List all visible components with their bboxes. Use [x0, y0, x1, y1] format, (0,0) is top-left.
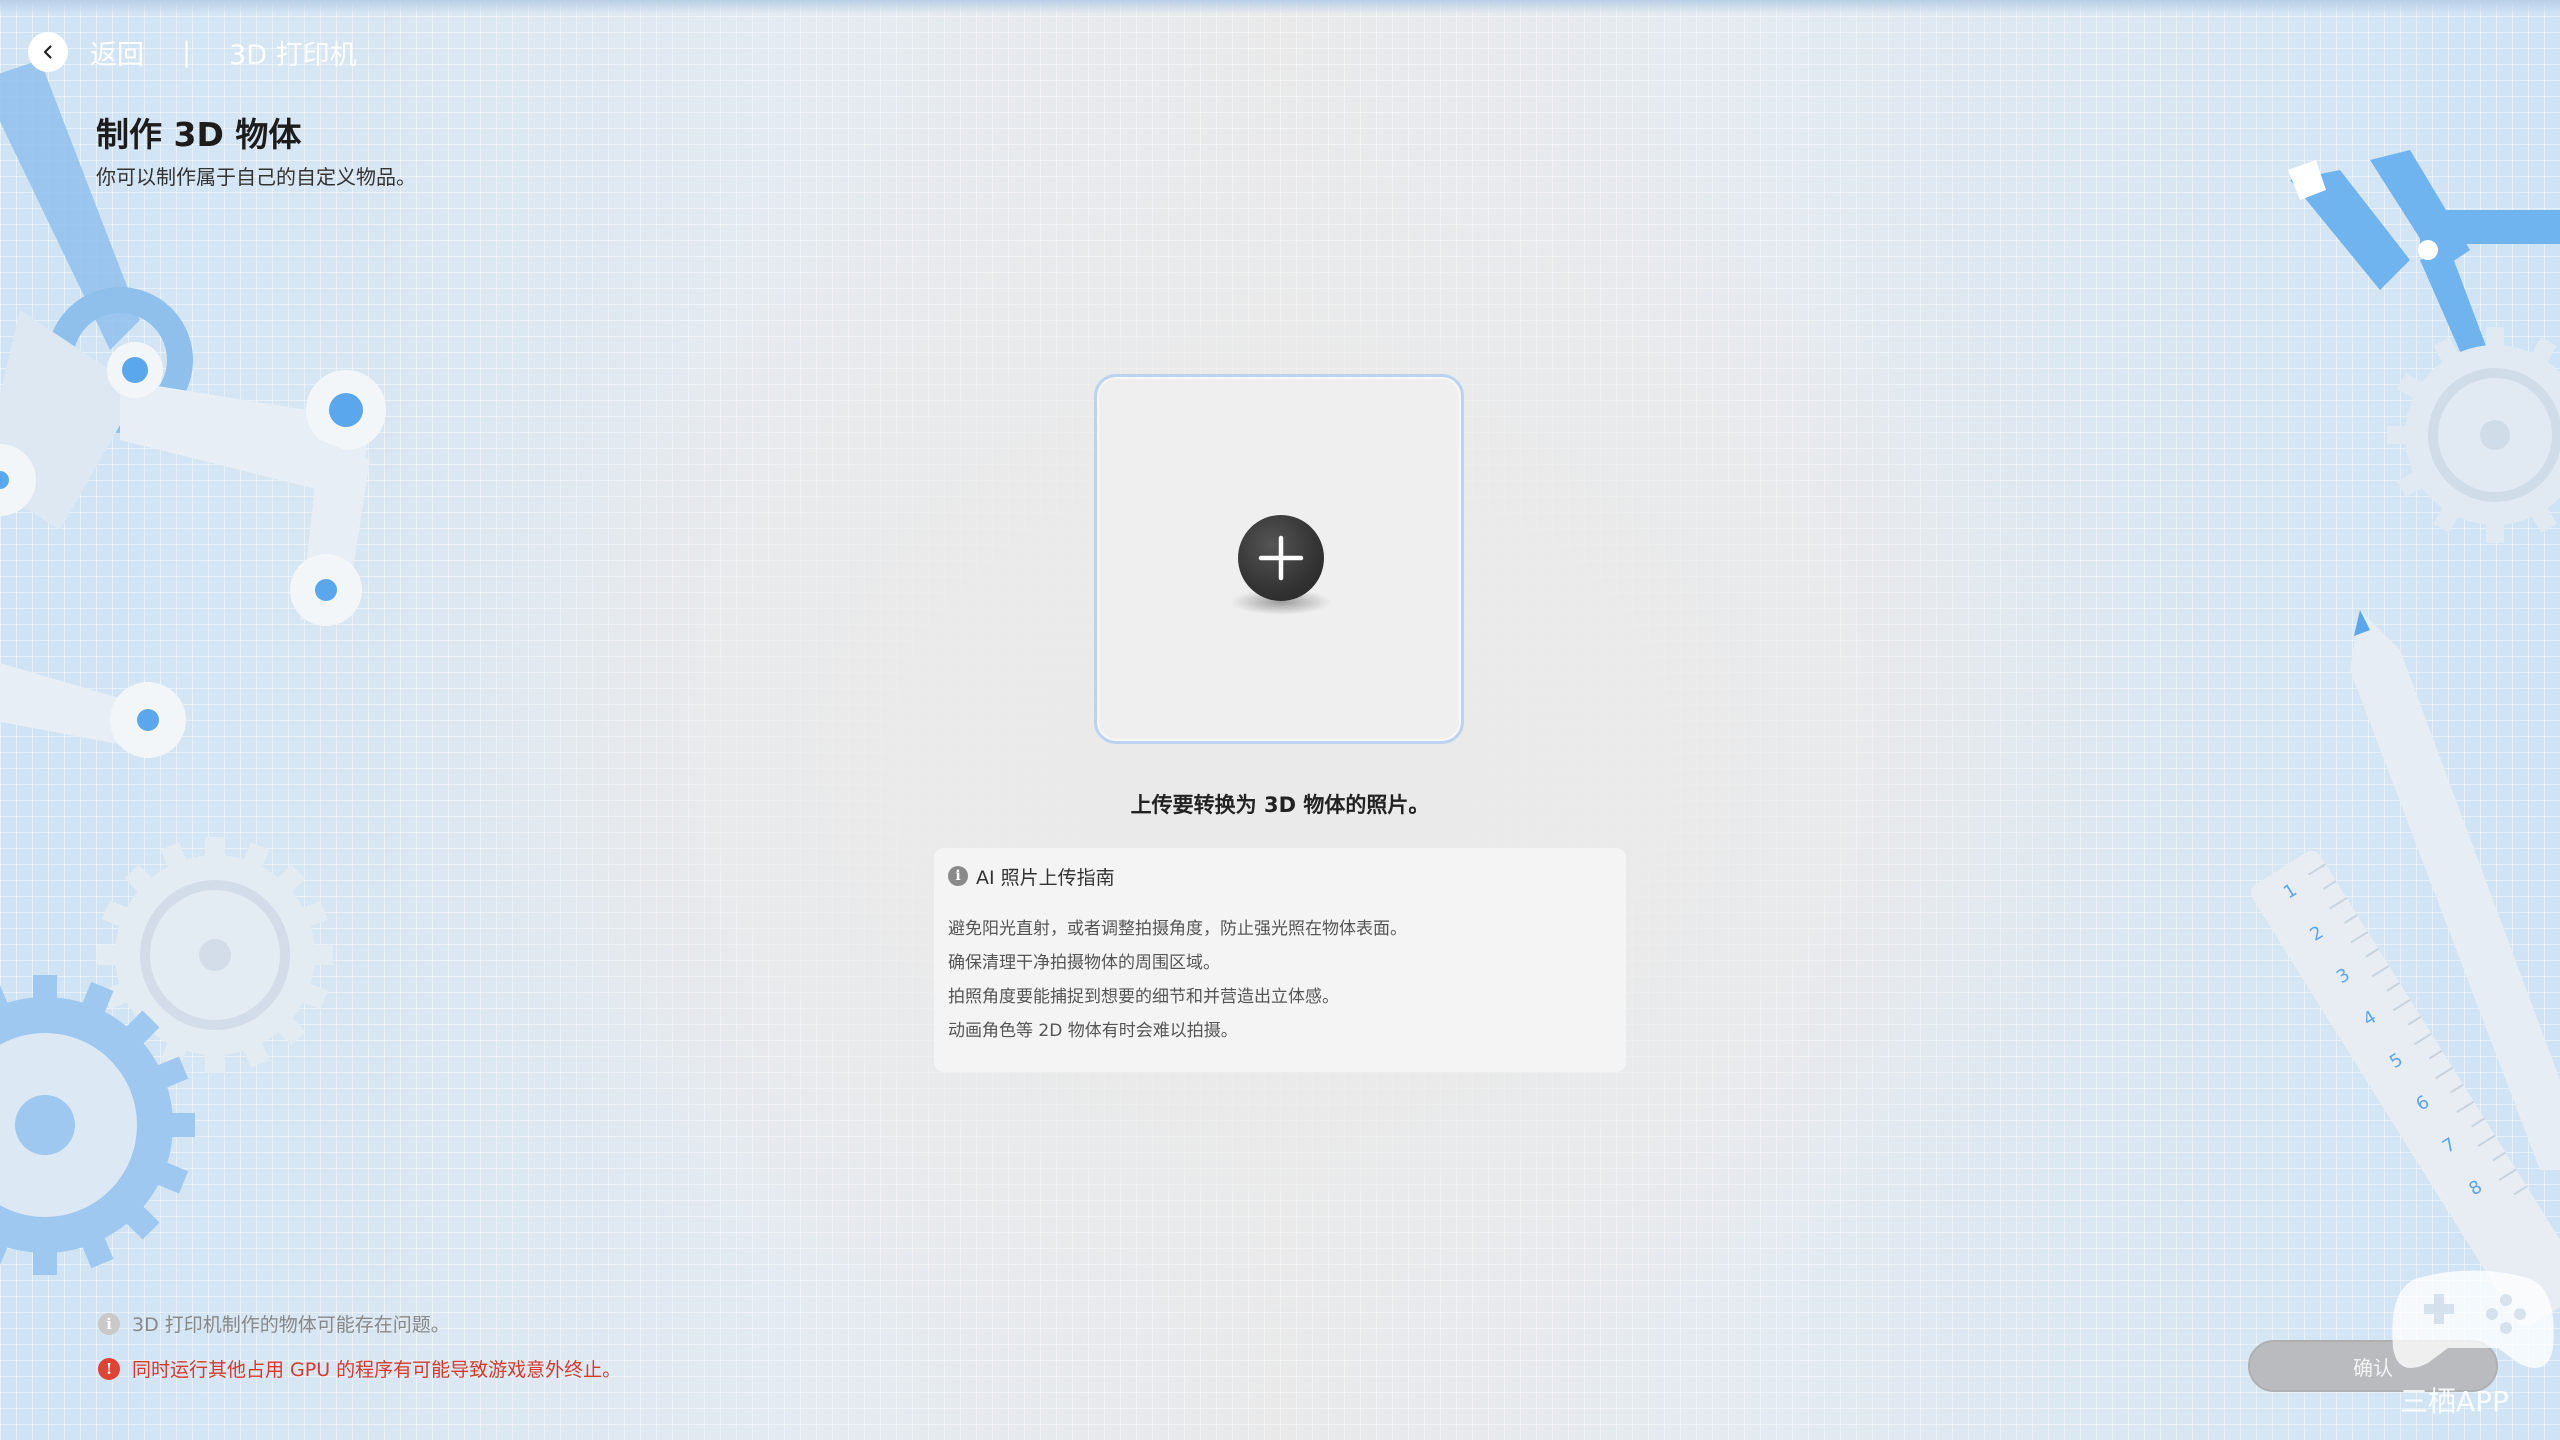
guide-line: 确保清理干净拍摄物体的周围区域。: [948, 953, 1220, 973]
ruler-number: 4: [2359, 1007, 2380, 1031]
info-notice: i 3D 打印机制作的物体可能存在问题。: [98, 1310, 450, 1337]
breadcrumb-separator: |: [182, 36, 192, 68]
back-link[interactable]: 返回: [90, 33, 144, 72]
chevron-left-icon: [43, 45, 52, 59]
back-button[interactable]: [28, 32, 68, 72]
gear-icon: [0, 970, 200, 1280]
plus-icon: [1258, 535, 1304, 581]
page-title: 制作 3D 物体: [96, 115, 302, 154]
ruler-number: 5: [2386, 1049, 2407, 1073]
upload-caption: 上传要转换为 3D 物体的照片。: [1130, 793, 1430, 817]
gear-icon: [2380, 320, 2560, 550]
guide-line: 动画角色等 2D 物体有时会难以拍摄。: [948, 1021, 1238, 1041]
info-icon: i: [98, 1312, 120, 1335]
pencil-decoration: [2350, 610, 2560, 1170]
warning-icon: !: [98, 1357, 120, 1380]
header-bar: 返回 | 3D 打印机: [28, 30, 357, 74]
guide-title: AI 照片上传指南: [976, 866, 1115, 889]
upload-guide-panel: i AI 照片上传指南 避免阳光直射，或者调整拍摄角度，防止强光照在物体表面。 …: [934, 848, 1626, 1072]
guide-line: 拍照角度要能捕捉到想要的细节和并营造出立体感。: [948, 987, 1339, 1007]
ruler-decoration: 1 2 3 4 5 6 7 8: [2250, 850, 2560, 1327]
ruler-number: 6: [2412, 1091, 2433, 1115]
ruler-number: 7: [2439, 1134, 2460, 1158]
notice-text: 同时运行其他占用 GPU 的程序有可能导致游戏意外终止。: [132, 1359, 622, 1381]
ruler-number: 1: [2280, 879, 2301, 903]
breadcrumb-current: 3D 打印机: [229, 39, 357, 71]
page-subtitle: 你可以制作属于自己的自定义物品。: [96, 165, 416, 189]
gear-icon: [90, 830, 340, 1080]
ruler-number: 2: [2306, 922, 2327, 946]
warning-notice: ! 同时运行其他占用 GPU 的程序有可能导致游戏意外终止。: [98, 1355, 621, 1382]
photo-upload-area[interactable]: [1094, 374, 1464, 744]
pliers-decoration: [2288, 150, 2560, 420]
watermark: 三栖APP: [2400, 1385, 2509, 1418]
info-icon: i: [948, 866, 968, 886]
notice-text: 3D 打印机制作的物体可能存在问题。: [132, 1314, 450, 1336]
ruler-number: 8: [2465, 1176, 2486, 1200]
add-photo-button[interactable]: [1238, 515, 1324, 601]
ruler-number: 3: [2333, 964, 2354, 988]
guide-line: 避免阳光直射，或者调整拍摄角度，防止强光照在物体表面。: [948, 919, 1407, 939]
